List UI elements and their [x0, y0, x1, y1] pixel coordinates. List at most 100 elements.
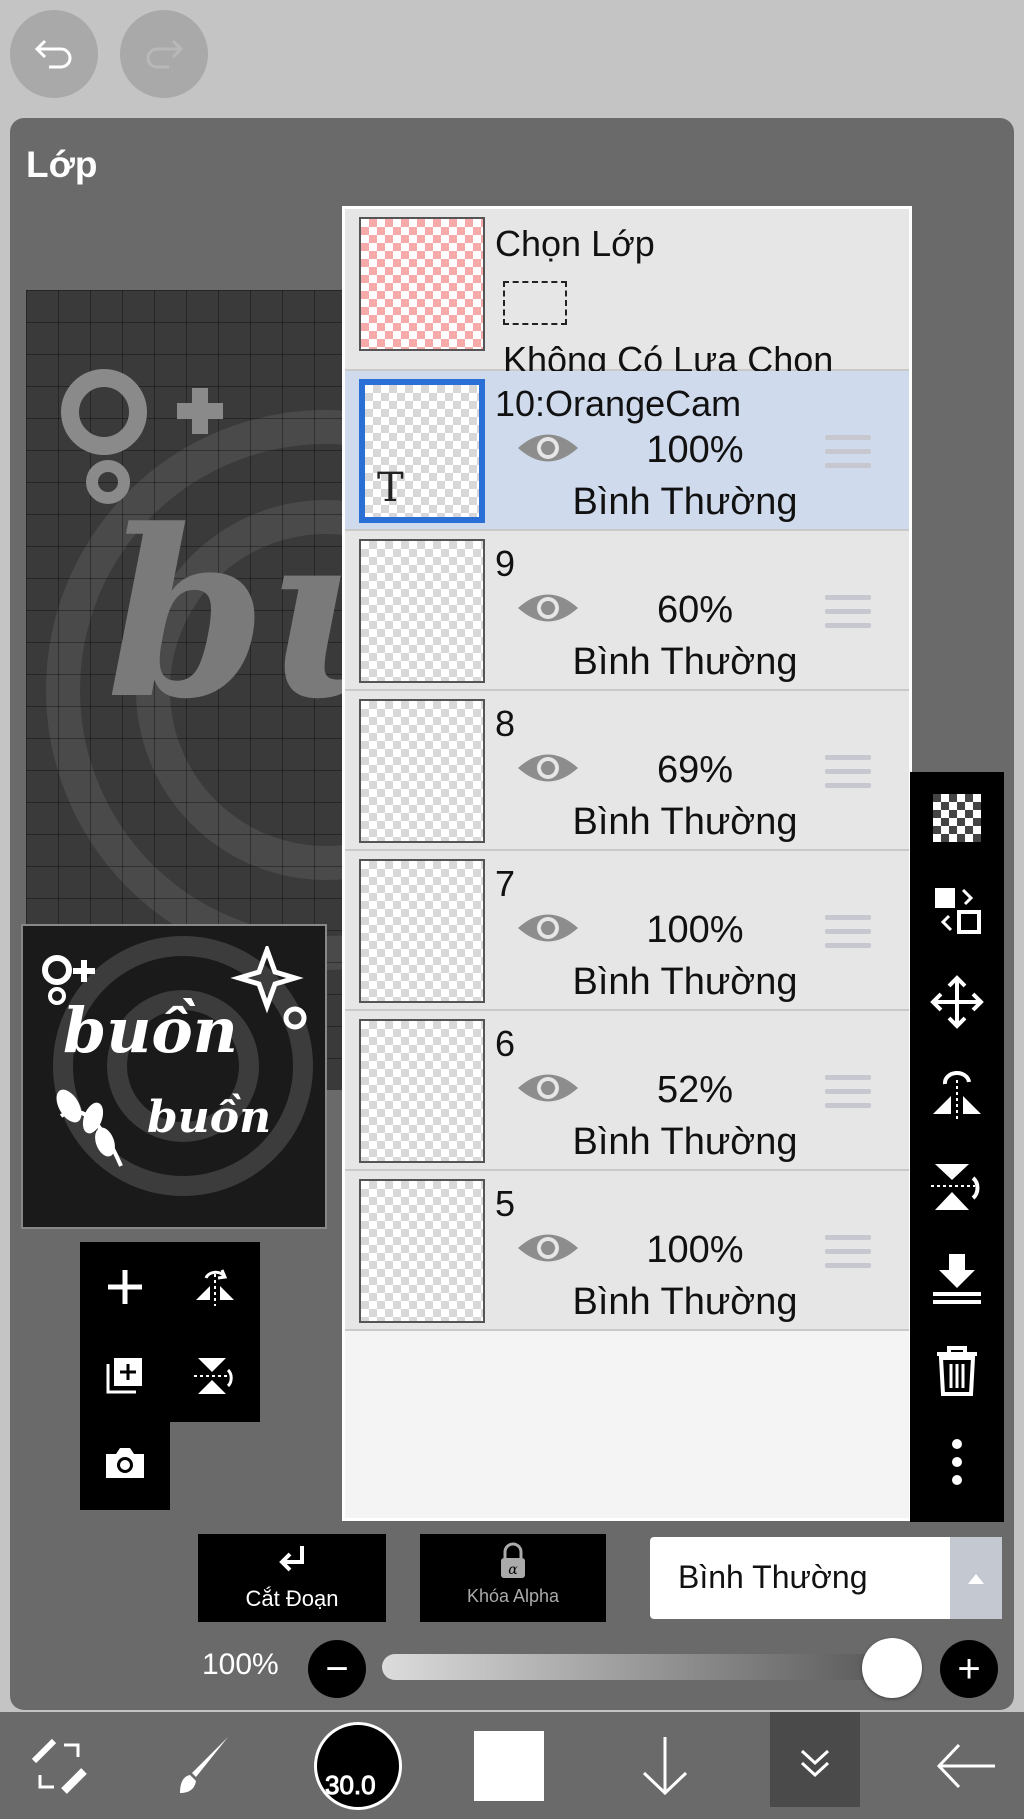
flip-horizontal-button[interactable]	[170, 1242, 260, 1332]
redo-icon	[146, 39, 184, 69]
swap-icon	[935, 888, 981, 934]
flip-vertical-layer-button[interactable]	[910, 1140, 1004, 1232]
brush-tool-button[interactable]	[160, 1712, 250, 1819]
redo-button[interactable]	[120, 10, 208, 98]
layer-row[interactable]: 6 52% Bình Thường	[345, 1011, 909, 1171]
layer-panel: Lớp bu buồn buồn	[10, 118, 1014, 1710]
selection-layer-thumbnail	[359, 217, 485, 351]
layer-blend-mode: Bình Thường	[572, 481, 798, 523]
visibility-eye-icon[interactable]	[515, 1227, 581, 1269]
layer-opacity: 69%	[656, 749, 734, 791]
opacity-slider-knob[interactable]	[862, 1638, 922, 1698]
visibility-eye-icon[interactable]	[515, 747, 581, 789]
layer-thumbnail: T	[359, 379, 485, 523]
layer-panel-button[interactable]	[770, 1712, 860, 1807]
layer-blend-mode: Bình Thường	[572, 801, 798, 843]
swap-layers-button[interactable]	[910, 864, 1004, 956]
canvas-thumbnail[interactable]: buồn buồn	[21, 924, 327, 1229]
plus-icon	[108, 1270, 142, 1304]
camera-icon	[106, 1448, 144, 1478]
visibility-eye-icon[interactable]	[515, 1067, 581, 1109]
selection-layer-row[interactable]: Chọn Lớp Không Có Lựa Chọn	[345, 209, 909, 380]
drag-handle-icon[interactable]	[825, 435, 871, 477]
layer-blend-mode: Bình Thường	[572, 961, 798, 1003]
layer-row[interactable]: 7 100% Bình Thường	[345, 851, 909, 1011]
drag-handle-icon[interactable]	[825, 1235, 871, 1277]
svg-text:α: α	[508, 1562, 518, 1578]
layer-blend-mode: Bình Thường	[572, 1281, 798, 1323]
add-layer-button[interactable]	[80, 1242, 170, 1332]
move-button[interactable]	[910, 956, 1004, 1048]
brush-size-button[interactable]: 30.0	[310, 1712, 406, 1819]
clip-arrow-icon	[279, 1546, 304, 1572]
layer-row[interactable]: T 10:OrangeCam 100% Bình Thường	[345, 371, 909, 531]
more-vertical-icon	[952, 1439, 962, 1485]
layer-row[interactable]: 9 60% Bình Thường	[345, 531, 909, 691]
duplicate-layer-button[interactable]	[80, 1330, 170, 1420]
drag-handle-icon[interactable]	[825, 755, 871, 797]
delete-layer-button[interactable]	[910, 1324, 1004, 1416]
flip-horizontal-icon	[196, 1269, 234, 1306]
layer-row[interactable]: 8 69% Bình Thường	[345, 691, 909, 851]
transform-icon	[31, 1738, 87, 1794]
opacity-slider[interactable]	[382, 1654, 902, 1680]
layer-thumbnail	[359, 1179, 485, 1323]
layer-down-button[interactable]	[620, 1712, 710, 1819]
layer-thumbnail	[359, 859, 485, 1003]
drag-handle-icon[interactable]	[825, 595, 871, 637]
layer-blend-mode: Bình Thường	[572, 1121, 798, 1163]
right-toolbar	[910, 772, 1004, 1522]
camera-button[interactable]	[80, 1418, 170, 1508]
layer-thumbnail	[359, 1019, 485, 1163]
arrow-down-icon	[642, 1736, 688, 1795]
flip-vertical-icon	[931, 1164, 980, 1210]
flip-horizontal-icon	[933, 1071, 981, 1120]
clipping-label: Cắt Đoạn	[245, 1586, 339, 1611]
double-chevron-down-icon	[800, 1749, 830, 1777]
drag-handle-icon[interactable]	[825, 915, 871, 957]
panel-title: Lớp	[26, 144, 98, 185]
move-icon	[930, 975, 984, 1029]
opacity-label: 100%	[202, 1648, 279, 1681]
transparent-fill-button[interactable]	[910, 772, 1004, 864]
layer-name: 8	[495, 703, 516, 744]
layer-name: 7	[495, 863, 516, 904]
layer-name: 9	[495, 543, 516, 584]
opacity-decrease-button[interactable]: −	[308, 1640, 366, 1698]
clipping-button[interactable]: Cắt Đoạn	[198, 1534, 386, 1622]
alpha-lock-button[interactable]: α Khóa Alpha	[420, 1534, 606, 1622]
flip-vertical-button[interactable]	[170, 1330, 260, 1420]
undo-icon	[34, 39, 72, 69]
checker-icon	[933, 794, 981, 842]
undo-button[interactable]	[10, 10, 98, 98]
arrow-left-icon	[936, 1743, 995, 1788]
merge-down-button[interactable]	[910, 1232, 1004, 1324]
color-swatch-button[interactable]	[472, 1712, 546, 1819]
chevron-up-icon	[950, 1537, 1002, 1619]
sparkle-shape	[61, 369, 223, 504]
duplicate-icon	[106, 1358, 142, 1394]
more-options-button[interactable]	[910, 1416, 1004, 1508]
transform-tool-button[interactable]	[14, 1712, 104, 1819]
visibility-eye-icon[interactable]	[515, 427, 581, 469]
blend-mode-select[interactable]: Bình Thường	[650, 1537, 1002, 1619]
brush-size-value: 30.0	[325, 1769, 377, 1800]
layer-opacity: 52%	[656, 1069, 734, 1111]
blend-mode-value: Bình Thường	[678, 1559, 868, 1595]
text-layer-icon: T	[377, 465, 404, 511]
layer-list[interactable]: Chọn Lớp Không Có Lựa Chọn T 10:OrangeCam…	[342, 206, 912, 1521]
layer-name: 5	[495, 1183, 516, 1224]
back-button[interactable]	[920, 1712, 1016, 1819]
visibility-eye-icon[interactable]	[515, 587, 581, 629]
layer-row[interactable]: 5 100% Bình Thường	[345, 1171, 909, 1331]
merge-down-icon	[933, 1254, 981, 1304]
drag-handle-icon[interactable]	[825, 1075, 871, 1117]
visibility-eye-icon[interactable]	[515, 907, 581, 949]
layer-opacity: 100%	[646, 429, 744, 471]
flip-horizontal-layer-button[interactable]	[910, 1048, 1004, 1140]
opacity-increase-button[interactable]: +	[940, 1640, 998, 1698]
bottom-toolbar: 30.0	[0, 1712, 1024, 1819]
layer-opacity: 100%	[646, 1229, 744, 1271]
layer-thumbnail	[359, 539, 485, 683]
layer-blend-mode: Bình Thường	[572, 641, 798, 683]
